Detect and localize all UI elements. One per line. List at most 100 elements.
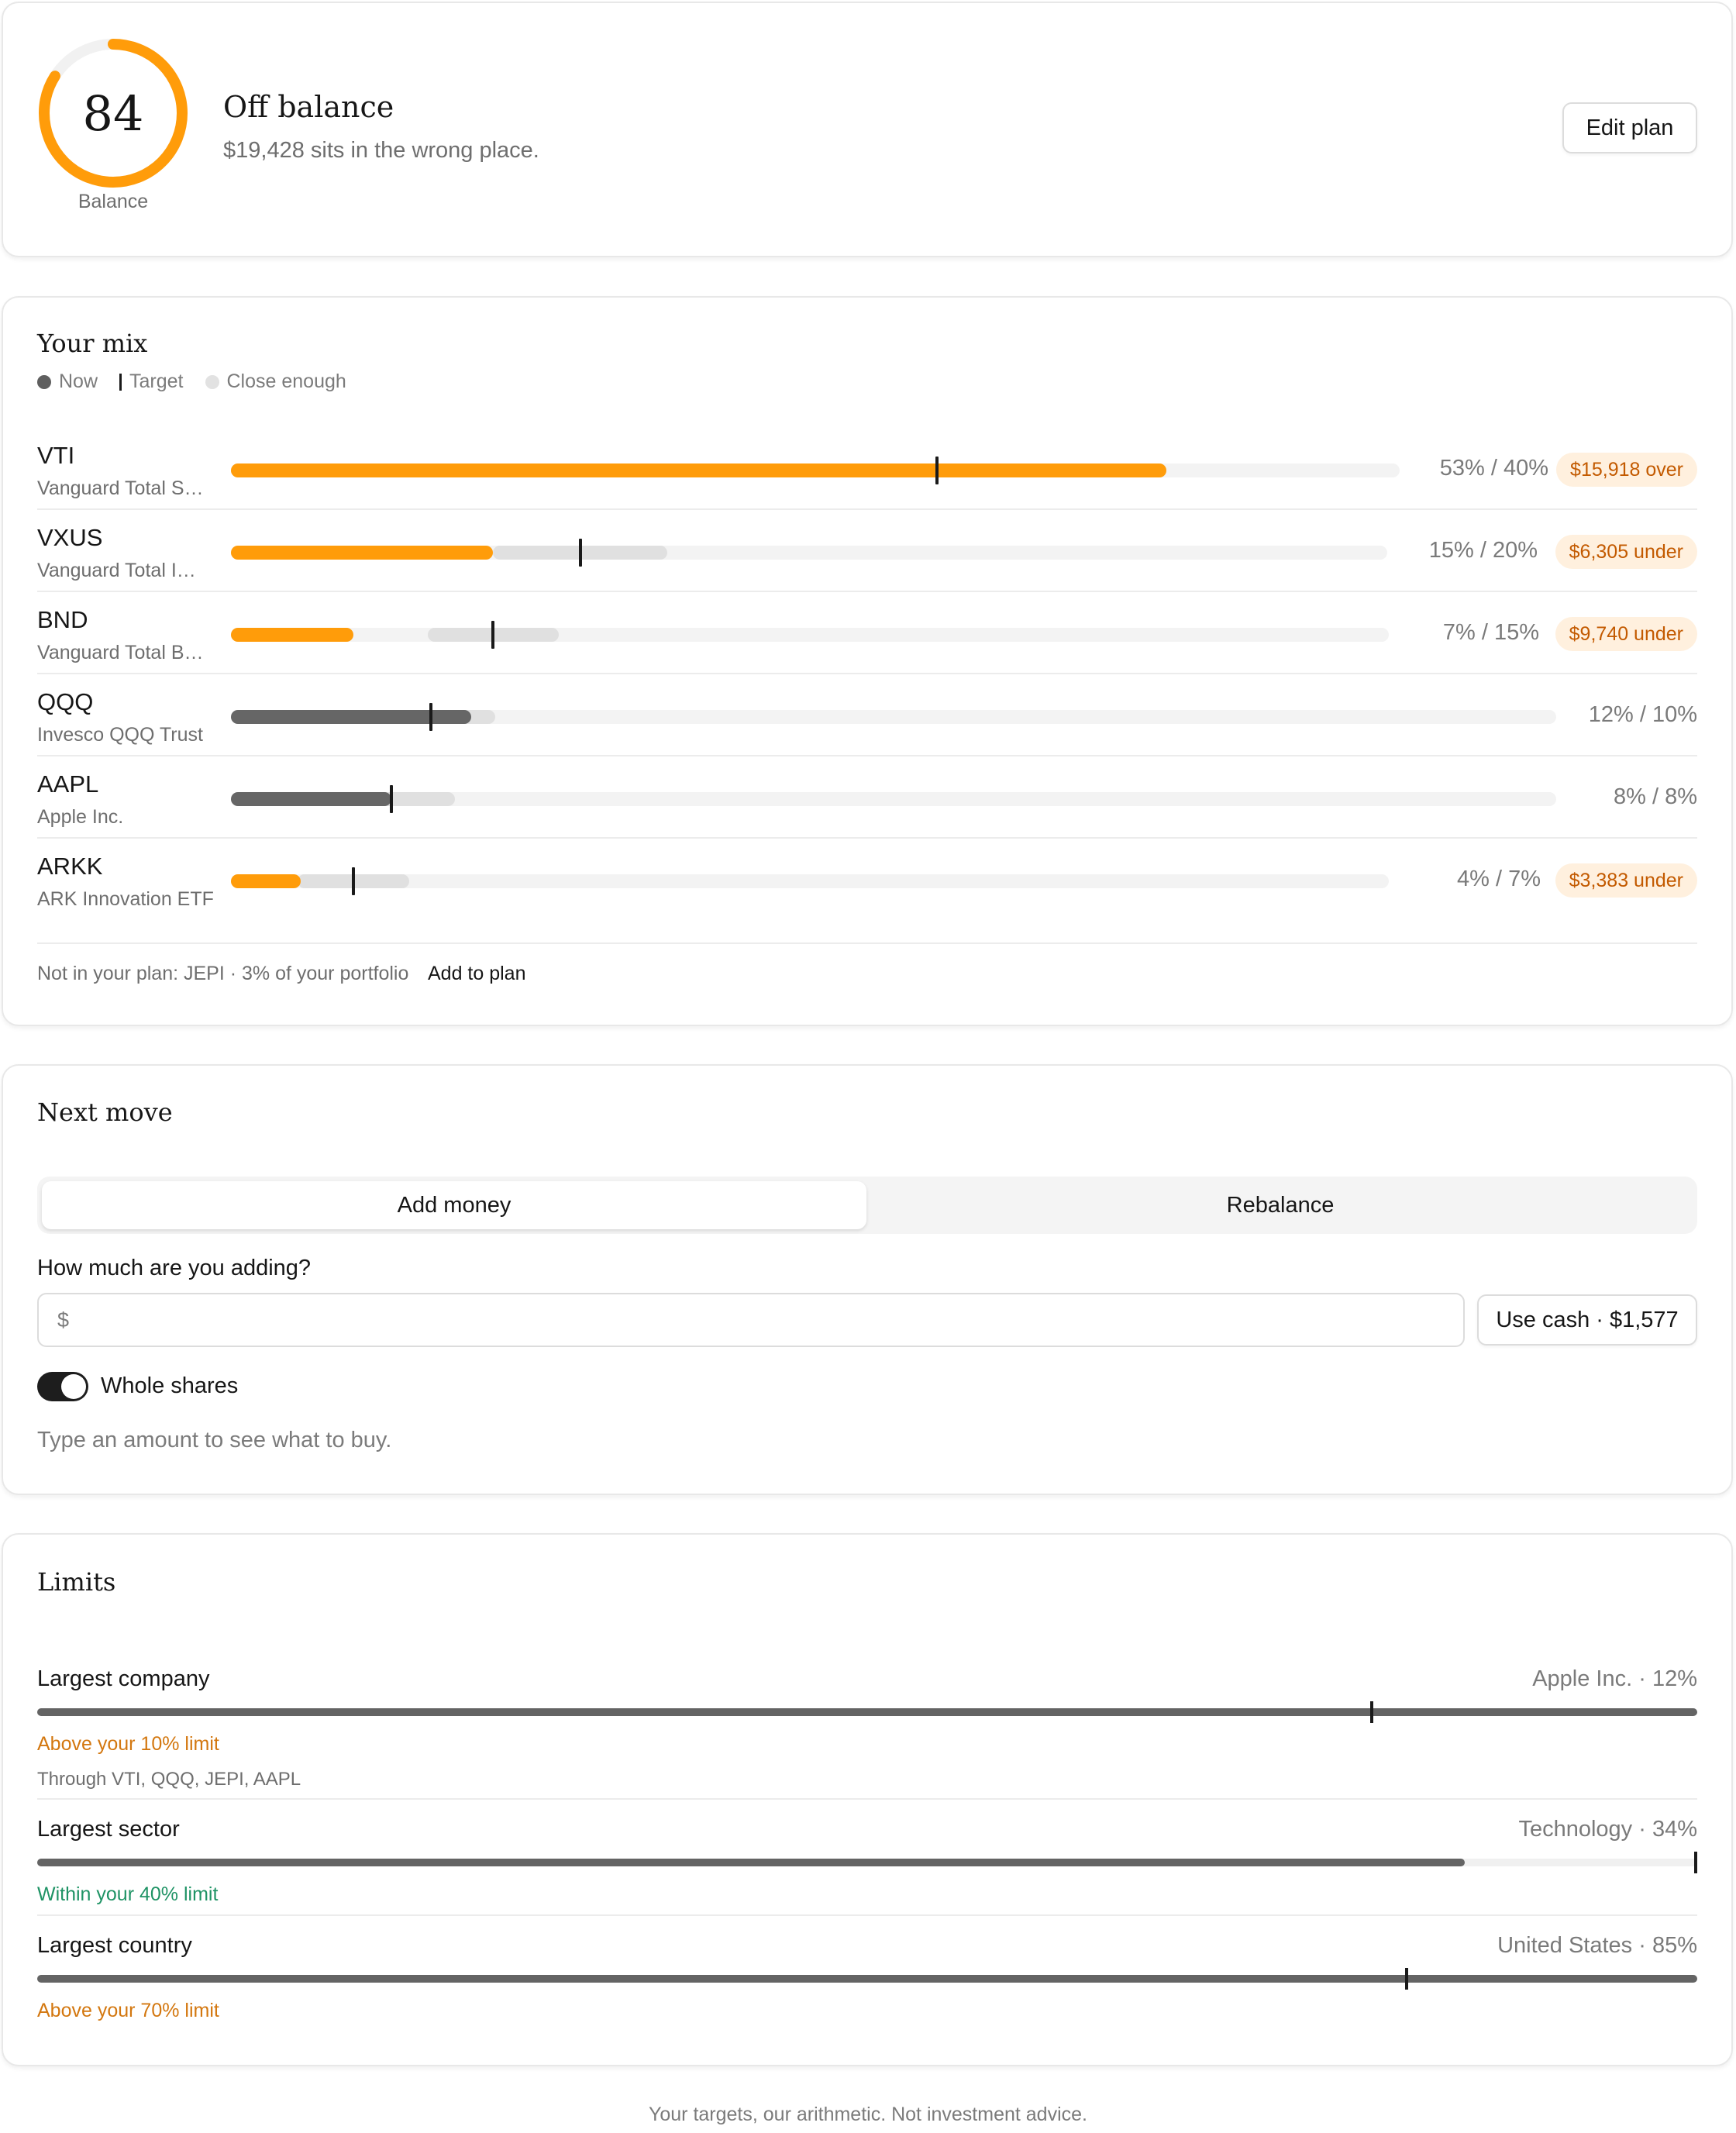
limit-name: Largest country: [37, 1933, 192, 1958]
limit-threshold-marker: [1370, 1701, 1374, 1723]
allocation-percent: 7% / 15%: [1442, 620, 1539, 645]
allocation-track: [231, 785, 1556, 813]
whole-shares-toggle[interactable]: [37, 1372, 88, 1401]
limit-bar: [37, 1968, 1697, 1990]
target-marker: [429, 703, 433, 731]
amount-field[interactable]: $: [37, 1293, 1465, 1347]
current-allocation-bar: [231, 546, 493, 560]
now-dot-icon: [37, 374, 51, 389]
allocation-track: [231, 621, 1389, 649]
target-marker: [351, 867, 355, 895]
allocation-percent: 53% / 40%: [1439, 456, 1548, 481]
limit-largest-sector: Largest sector Technology · 34% Within you…: [37, 1817, 1697, 1949]
limit-status: Above your 70% limit: [37, 2000, 219, 2021]
use-cash-button[interactable]: Use cash · $1,577: [1477, 1294, 1697, 1346]
current-allocation-bar: [231, 874, 301, 888]
drift-badge: $9,740 under: [1555, 617, 1697, 651]
holding-row-qqq[interactable]: QQQ Invesco QQQ Trust 12% / 10%: [37, 674, 1697, 756]
limit-divider: [37, 1798, 1697, 1800]
limit-threshold-marker: [1694, 1852, 1697, 1873]
legend-now-label: Now: [59, 370, 98, 392]
balance-score-label: Balance: [78, 191, 149, 212]
limit-largest-country: Largest country United States · 85% Above …: [37, 1933, 1697, 2065]
target-tick-icon: [119, 373, 122, 391]
limit-value: Apple Inc. · 12%: [1532, 1666, 1697, 1691]
toggle-knob: [61, 1374, 86, 1399]
limit-value: Technology · 34%: [1518, 1817, 1697, 1842]
balance-title: Off balance: [223, 90, 394, 124]
current-allocation-bar: [231, 463, 1166, 477]
allocation-percent: 4% / 7%: [1457, 867, 1541, 891]
holding-symbol: BND: [37, 606, 88, 633]
limit-value: United States · 85%: [1497, 1933, 1697, 1958]
holding-symbol: QQQ: [37, 688, 94, 715]
current-allocation-bar: [231, 628, 353, 642]
allocation-track: [231, 539, 1387, 567]
limit-largest-company: Largest company Apple Inc. · 12% Above you…: [37, 1666, 1697, 1798]
allocation-track: [231, 703, 1556, 731]
limit-fill: [37, 1975, 1697, 1983]
balance-subtitle: $19,428 sits in the wrong place.: [223, 138, 539, 163]
edit-plan-button[interactable]: Edit plan: [1562, 102, 1697, 153]
limit-fill: [37, 1708, 1697, 1716]
drift-badge: $3,383 under: [1555, 863, 1697, 898]
holding-name: Vanguard Total B…: [37, 642, 204, 663]
limit-fill: [37, 1859, 1466, 1866]
limit-bar: [37, 1701, 1697, 1723]
limit-status: Within your 40% limit: [37, 1883, 219, 1905]
holding-name: Invesco QQQ Trust: [37, 724, 203, 746]
legend-target-label: Target: [129, 370, 184, 392]
holding-name: ARK Innovation ETF: [37, 888, 214, 910]
legend-target: Target: [119, 370, 184, 393]
holding-symbol: AAPL: [37, 770, 99, 798]
balance-score: 84: [82, 84, 144, 142]
whole-shares-label: Whole shares: [101, 1373, 239, 1398]
currency-symbol: $: [57, 1308, 70, 1332]
allocation-track: [231, 457, 1400, 484]
legend-now: Now: [37, 370, 98, 393]
holding-row-vxus[interactable]: VXUS Vanguard Total I… 15% / 20% $6,305 und…: [37, 510, 1697, 592]
allocation-percent: 15% / 20%: [1428, 538, 1538, 563]
not-in-plan-note: Not in your plan: JEPI · 3% of your port…: [37, 963, 409, 984]
next-move-title: Next move: [37, 1098, 173, 1127]
limit-name: Largest sector: [37, 1817, 180, 1842]
mix-legend: Now Target Close enough: [37, 370, 346, 393]
limit-name: Largest company: [37, 1666, 210, 1691]
allocation-percent: 12% / 10%: [1588, 702, 1697, 727]
holding-row-bnd[interactable]: BND Vanguard Total B… 7% / 15% $9,740 under: [37, 592, 1697, 674]
holding-name: Apple Inc.: [37, 806, 124, 828]
target-marker: [935, 457, 939, 484]
legend-close-label: Close enough: [226, 370, 346, 392]
drift-badge: $15,918 over: [1556, 453, 1697, 487]
amount-hint: Type an amount to see what to buy.: [37, 1428, 392, 1452]
holding-row-vti[interactable]: VTI Vanguard Total S… 53% / 40% $15,918 ove…: [37, 428, 1697, 510]
limit-sources: Through VTI, QQQ, JEPI, AAPL: [37, 1769, 301, 1790]
target-marker: [578, 539, 582, 567]
close-enough-dot-icon: [205, 374, 219, 389]
holding-name: Vanguard Total I…: [37, 560, 196, 581]
allocation-percent: 8% / 8%: [1614, 784, 1697, 809]
limit-divider: [37, 1914, 1697, 1916]
footer-disclaimer: Your targets, our arithmetic. Not invest…: [648, 2104, 1087, 2125]
mode-segmented-control: Add money Rebalance: [37, 1177, 1697, 1234]
holding-row-aapl[interactable]: AAPL Apple Inc. 8% / 8%: [37, 756, 1697, 839]
mix-title: Your mix: [37, 329, 148, 358]
balance-card: [2, 2, 1733, 257]
limits-title: Limits: [37, 1567, 116, 1597]
holding-name: Vanguard Total S…: [37, 477, 204, 499]
drift-badge: $6,305 under: [1555, 535, 1697, 569]
tab-add-money[interactable]: Add money: [42, 1181, 866, 1229]
limit-threshold-marker: [1405, 1968, 1409, 1990]
add-to-plan-link[interactable]: Add to plan: [428, 963, 526, 985]
current-allocation-bar: [231, 710, 471, 724]
mix-divider: [37, 942, 1697, 944]
amount-input[interactable]: [77, 1307, 1395, 1333]
current-allocation-bar: [231, 792, 391, 806]
allocation-track: [231, 867, 1389, 895]
limit-bar: [37, 1852, 1697, 1873]
holding-symbol: ARKK: [37, 853, 103, 880]
holding-row-arkk[interactable]: ARKK ARK Innovation ETF 4% / 7% $3,383 unde…: [37, 839, 1697, 921]
tab-rebalance[interactable]: Rebalance: [868, 1181, 1693, 1229]
holding-symbol: VTI: [37, 442, 75, 469]
legend-close: Close enough: [205, 370, 346, 393]
